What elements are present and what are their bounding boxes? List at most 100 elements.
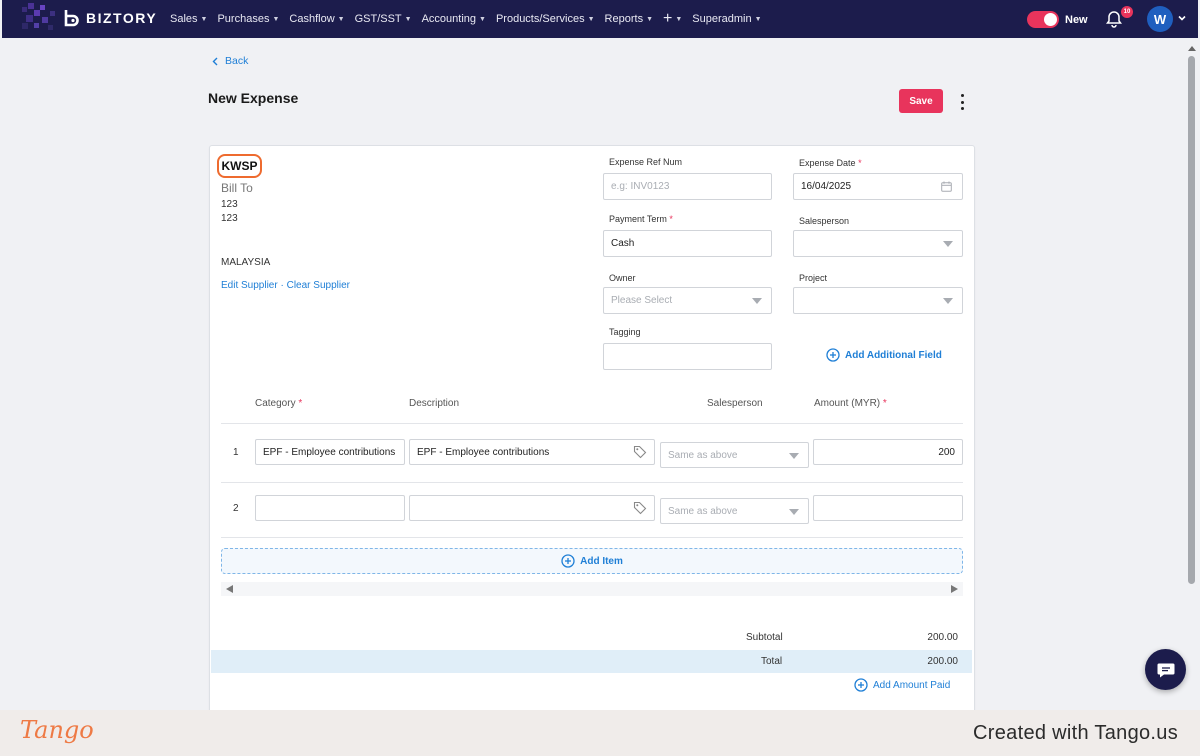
- nav-menu-label: Cashflow: [289, 13, 335, 25]
- scroll-up-icon[interactable]: [1188, 46, 1196, 51]
- total-row: [211, 650, 972, 673]
- back-label: Back: [225, 55, 249, 67]
- row-salesperson-value: Same as above: [668, 505, 738, 517]
- total-label: Total: [761, 656, 783, 667]
- caret-down-icon: ▼: [587, 15, 595, 23]
- amount-header: Amount (MYR) *: [814, 398, 887, 409]
- ref-num-input[interactable]: e.g: INV0123: [603, 173, 772, 200]
- row-divider: [221, 482, 963, 483]
- nav-menu-label: GST/SST: [354, 13, 402, 25]
- add-item-button[interactable]: Add Item: [221, 548, 963, 574]
- add-amount-paid-link[interactable]: Add Amount Paid: [854, 678, 950, 692]
- caret-down-icon: ▼: [337, 15, 345, 23]
- add-additional-field-label: Add Additional Field: [845, 349, 942, 361]
- table-divider: [221, 423, 963, 424]
- row-salesperson-select[interactable]: Same as above: [660, 498, 809, 524]
- nav-menu-item[interactable]: Purchases ▼: [217, 13, 279, 25]
- row-divider: [221, 537, 963, 538]
- row-number: 1: [233, 447, 239, 458]
- total-value: 200.00: [927, 656, 958, 667]
- ref-num-label: Expense Ref Num: [609, 157, 683, 167]
- scroll-left-icon[interactable]: [226, 585, 233, 593]
- owner-select[interactable]: Please Select: [603, 287, 772, 314]
- tango-logo: Tango: [20, 716, 94, 744]
- main-menu: Sales ▼ Purchases ▼ Cashflow ▼ GST/SST ▼ Account…: [170, 0, 762, 38]
- new-ui-toggle[interactable]: New: [1027, 11, 1088, 28]
- caret-down-icon: ▼: [200, 15, 208, 23]
- scrollbar-thumb[interactable]: [1188, 56, 1195, 584]
- tagging-label: Tagging: [609, 327, 641, 337]
- tag-icon[interactable]: [633, 445, 647, 459]
- toggle-knob: [1044, 13, 1057, 26]
- salesperson-select[interactable]: [793, 230, 963, 257]
- dropdown-arrow-icon: [943, 241, 953, 247]
- page-vertical-scrollbar[interactable]: [1186, 42, 1198, 710]
- amount-input[interactable]: [813, 495, 963, 521]
- plus-circle-icon: [561, 554, 575, 568]
- back-link[interactable]: Back: [212, 55, 248, 67]
- nav-menu-label: Sales: [170, 13, 198, 25]
- subtotal-value: 200.00: [927, 632, 958, 643]
- address-country: MALAYSIA: [221, 257, 271, 268]
- plus-circle-icon: [826, 348, 840, 362]
- row-salesperson-value: Same as above: [668, 449, 738, 461]
- table-horizontal-scrollbar[interactable]: [221, 582, 963, 596]
- address-line-1: 123: [221, 199, 238, 210]
- dropdown-arrow-icon: [943, 298, 953, 304]
- caret-down-icon: ▼: [272, 15, 280, 23]
- bill-to-label: Bill To: [221, 181, 253, 195]
- brand-mark-icon: [64, 10, 79, 27]
- nav-menu-label: Accounting: [421, 13, 477, 25]
- payment-term-input[interactable]: Cash: [603, 230, 772, 257]
- chat-support-button[interactable]: [1145, 649, 1186, 690]
- scroll-right-icon[interactable]: [951, 585, 958, 593]
- chevron-left-icon: [212, 57, 218, 65]
- nav-menu-item[interactable]: Superadmin ▼: [692, 13, 761, 25]
- nav-menu-label: Reports: [604, 13, 644, 25]
- more-options-icon[interactable]: [957, 94, 967, 110]
- nav-menu-label: Purchases: [217, 13, 270, 25]
- toggle-label: New: [1065, 13, 1088, 26]
- calendar-icon[interactable]: [941, 181, 952, 192]
- payment-term-label: Payment Term *: [609, 214, 673, 224]
- nav-menu-item[interactable]: Accounting ▼: [422, 13, 486, 25]
- toggle-switch[interactable]: [1027, 11, 1059, 28]
- caret-down-icon: ▼: [646, 15, 654, 23]
- add-additional-field-link[interactable]: Add Additional Field: [826, 348, 942, 362]
- tag-icon[interactable]: [633, 501, 647, 515]
- description-value: EPF - Employee contributions: [417, 446, 550, 458]
- category-input[interactable]: [255, 495, 405, 521]
- description-input[interactable]: EPF - Employee contributions: [409, 439, 655, 465]
- brand-logo[interactable]: BIZTORY: [64, 9, 157, 27]
- link-separator: ·: [280, 280, 284, 291]
- expense-date-value: 16/04/2025: [801, 181, 852, 192]
- save-button[interactable]: Save: [899, 89, 943, 113]
- clear-supplier-link[interactable]: Clear Supplier: [287, 280, 350, 291]
- tagging-input[interactable]: [603, 343, 772, 370]
- subtotal-label: Subtotal: [746, 632, 783, 643]
- category-input[interactable]: EPF - Employee contributions: [255, 439, 405, 465]
- nav-menu-label: +: [663, 10, 673, 27]
- expense-date-input[interactable]: 16/04/2025: [793, 173, 963, 200]
- nav-menu-item[interactable]: Cashflow ▼: [289, 13, 344, 25]
- nav-menu-item[interactable]: + ▼: [663, 10, 682, 28]
- nav-menu-item[interactable]: Sales ▼: [170, 13, 207, 25]
- created-with-tango: Created with Tango.us: [973, 722, 1178, 744]
- chevron-down-icon[interactable]: [1177, 13, 1187, 23]
- project-select[interactable]: [793, 287, 963, 314]
- caret-down-icon: ▼: [675, 15, 683, 23]
- nav-menu-item[interactable]: Reports ▼: [605, 13, 653, 25]
- nav-menu-item[interactable]: GST/SST ▼: [355, 13, 412, 25]
- user-avatar[interactable]: W: [1147, 6, 1173, 32]
- edit-supplier-link[interactable]: Edit Supplier: [221, 280, 278, 291]
- chat-bubble-icon: [1157, 663, 1174, 677]
- expense-date-label: Expense Date *: [799, 158, 862, 168]
- row-number: 2: [233, 503, 239, 514]
- row-salesperson-select[interactable]: Same as above: [660, 442, 809, 468]
- supplier-name[interactable]: KWSP: [217, 154, 262, 178]
- nav-menu-item[interactable]: Products/Services ▼: [496, 13, 595, 25]
- notification-count-badge: 10: [1121, 6, 1133, 18]
- description-input[interactable]: [409, 495, 655, 521]
- project-label: Project: [799, 273, 828, 283]
- amount-input[interactable]: 200: [813, 439, 963, 465]
